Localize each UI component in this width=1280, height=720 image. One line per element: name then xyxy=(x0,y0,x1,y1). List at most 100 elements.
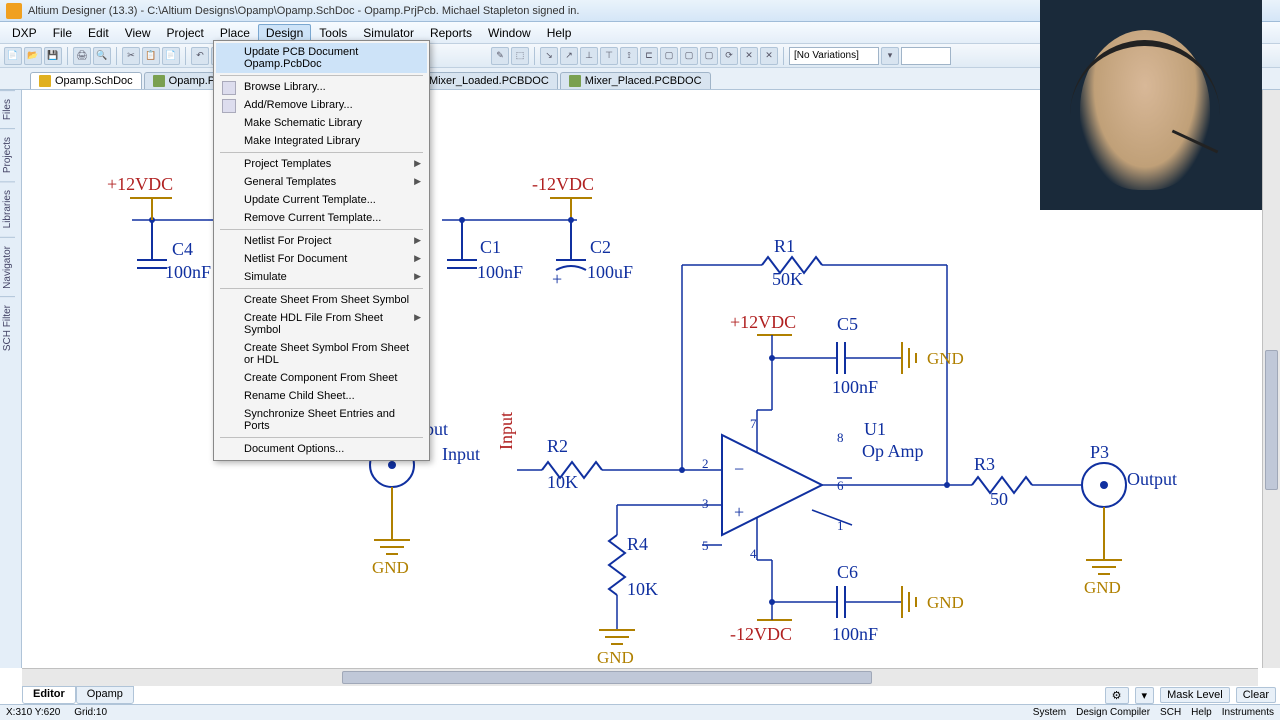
toolbar-button[interactable]: ⟳ xyxy=(720,47,738,65)
toolbar-button[interactable]: ⊤ xyxy=(600,47,618,65)
side-tab[interactable]: Projects xyxy=(0,128,15,181)
svg-text:+12VDC: +12VDC xyxy=(107,174,173,194)
scrollbar-thumb[interactable] xyxy=(1265,350,1278,490)
side-tab[interactable]: SCH Filter xyxy=(0,296,15,359)
svg-text:100uF: 100uF xyxy=(587,262,633,282)
menu-help[interactable]: Help xyxy=(539,24,580,42)
menu-item[interactable]: Create Component From Sheet xyxy=(216,369,427,387)
toolbar-button[interactable]: ✎ xyxy=(491,47,509,65)
menu-item-icon xyxy=(222,81,236,95)
toolbar-button[interactable]: 🖨 xyxy=(73,47,91,65)
toolbar-button[interactable]: ⊏ xyxy=(640,47,658,65)
svg-text:4: 4 xyxy=(750,546,757,561)
svg-text:R2: R2 xyxy=(547,436,568,456)
menu-item[interactable]: Browse Library... xyxy=(216,78,427,96)
menu-item[interactable]: Synchronize Sheet Entries and Ports xyxy=(216,405,427,435)
menu-item[interactable]: Netlist For Document▶ xyxy=(216,250,427,268)
toolbar-button[interactable]: ✕ xyxy=(740,47,758,65)
toolbar-button[interactable]: 📂 xyxy=(24,47,42,65)
doc-tab[interactable]: Opamp.SchDoc xyxy=(30,72,142,89)
toolbar-button[interactable]: 📋 xyxy=(142,47,160,65)
svg-text:100nF: 100nF xyxy=(165,262,211,282)
toolbar-button[interactable]: ▾ xyxy=(1135,687,1155,704)
toolbar-button[interactable]: ▢ xyxy=(660,47,678,65)
menu-item[interactable]: General Templates▶ xyxy=(216,173,427,191)
svg-text:C1: C1 xyxy=(480,237,501,257)
doc-tab[interactable]: Mixer_Placed.PCBDOC xyxy=(560,72,711,89)
menu-dxp[interactable]: DXP xyxy=(4,24,45,42)
status-panel[interactable]: Design Compiler xyxy=(1076,707,1150,718)
status-panel[interactable]: SCH xyxy=(1160,707,1181,718)
tab-label: Opamp.SchDoc xyxy=(55,75,133,87)
menu-item[interactable]: Create Sheet Symbol From Sheet or HDL xyxy=(216,339,427,369)
menu-item[interactable]: Create HDL File From Sheet Symbol▶ xyxy=(216,309,427,339)
status-panel[interactable]: System xyxy=(1033,707,1066,718)
tab-icon xyxy=(39,75,51,87)
toolbar-button[interactable]: ⊥ xyxy=(580,47,598,65)
toolbar-button[interactable]: ✕ xyxy=(760,47,778,65)
toolbar-button[interactable]: ✂ xyxy=(122,47,140,65)
mask-level-button[interactable]: Mask Level xyxy=(1160,687,1230,703)
svg-text:GND: GND xyxy=(1084,578,1121,597)
toolbar-combo[interactable] xyxy=(901,47,951,65)
clear-button[interactable]: Clear xyxy=(1236,687,1276,703)
svg-text:-12VDC: -12VDC xyxy=(532,174,594,194)
side-tab[interactable]: Navigator xyxy=(0,237,15,297)
svg-text:C4: C4 xyxy=(172,239,193,259)
toolbar-button[interactable]: 📄 xyxy=(4,47,22,65)
menu-item[interactable]: Remove Current Template... xyxy=(216,209,427,227)
toolbar-button[interactable]: 🔍 xyxy=(93,47,111,65)
svg-text:7: 7 xyxy=(750,416,757,431)
bottom-tab-opamp[interactable]: Opamp xyxy=(76,686,134,704)
menu-item[interactable]: Netlist For Project▶ xyxy=(216,232,427,250)
menu-item[interactable]: Make Schematic Library xyxy=(216,114,427,132)
menu-view[interactable]: View xyxy=(117,24,159,42)
menu-reports[interactable]: Reports xyxy=(422,24,480,42)
svg-text:GND: GND xyxy=(927,593,964,612)
vertical-scrollbar[interactable] xyxy=(1262,90,1280,668)
menu-edit[interactable]: Edit xyxy=(80,24,117,42)
svg-text:GND: GND xyxy=(927,349,964,368)
menu-place[interactable]: Place xyxy=(212,24,258,42)
menu-item[interactable]: Update Current Template... xyxy=(216,191,427,209)
variations-combo[interactable]: [No Variations] xyxy=(789,47,879,65)
menu-item[interactable]: Simulate▶ xyxy=(216,268,427,286)
svg-text:C2: C2 xyxy=(590,237,611,257)
toolbar-button[interactable]: ⬚ xyxy=(511,47,529,65)
menu-file[interactable]: File xyxy=(45,24,80,42)
svg-text:U1: U1 xyxy=(864,419,886,439)
menu-item[interactable]: Rename Child Sheet... xyxy=(216,387,427,405)
svg-text:Input: Input xyxy=(496,412,516,450)
menu-item[interactable]: Create Sheet From Sheet Symbol xyxy=(216,291,427,309)
toolbar-button[interactable]: ▢ xyxy=(700,47,718,65)
toolbar-button[interactable]: 📄 xyxy=(162,47,180,65)
menu-item[interactable]: Update PCB Document Opamp.PcbDoc xyxy=(216,43,427,73)
horizontal-scrollbar[interactable] xyxy=(22,668,1258,686)
toolbar-button[interactable]: ↘ xyxy=(540,47,558,65)
toolbar-button[interactable]: ▾ xyxy=(881,47,899,65)
toolbar-button[interactable]: ↶ xyxy=(191,47,209,65)
toolbar-button[interactable]: 💾 xyxy=(44,47,62,65)
bottom-tab-editor[interactable]: Editor xyxy=(22,686,76,704)
menu-item[interactable]: Make Integrated Library xyxy=(216,132,427,150)
side-tab[interactable]: Libraries xyxy=(0,181,15,236)
menu-item[interactable]: Add/Remove Library... xyxy=(216,96,427,114)
toolbar-button[interactable]: ⚙ xyxy=(1105,687,1129,704)
toolbar-button[interactable]: ▢ xyxy=(680,47,698,65)
menu-project[interactable]: Project xyxy=(159,24,212,42)
status-panel[interactable]: Help xyxy=(1191,707,1212,718)
svg-text:C6: C6 xyxy=(837,562,858,582)
toolbar-button[interactable]: ⟟ xyxy=(620,47,638,65)
menu-design[interactable]: Design xyxy=(258,24,311,42)
scrollbar-thumb[interactable] xyxy=(342,671,872,684)
menu-item[interactable]: Document Options... xyxy=(216,440,427,458)
status-panel[interactable]: Instruments xyxy=(1222,707,1274,718)
menu-window[interactable]: Window xyxy=(480,24,539,42)
toolbar-button[interactable]: ↗ xyxy=(560,47,578,65)
menu-tools[interactable]: Tools xyxy=(311,24,355,42)
side-tab[interactable]: Files xyxy=(0,90,15,128)
tab-label: Mixer_Placed.PCBDOC xyxy=(585,75,702,87)
menu-item[interactable]: Project Templates▶ xyxy=(216,155,427,173)
menu-simulator[interactable]: Simulator xyxy=(355,24,422,42)
svg-text:−: − xyxy=(734,459,744,479)
